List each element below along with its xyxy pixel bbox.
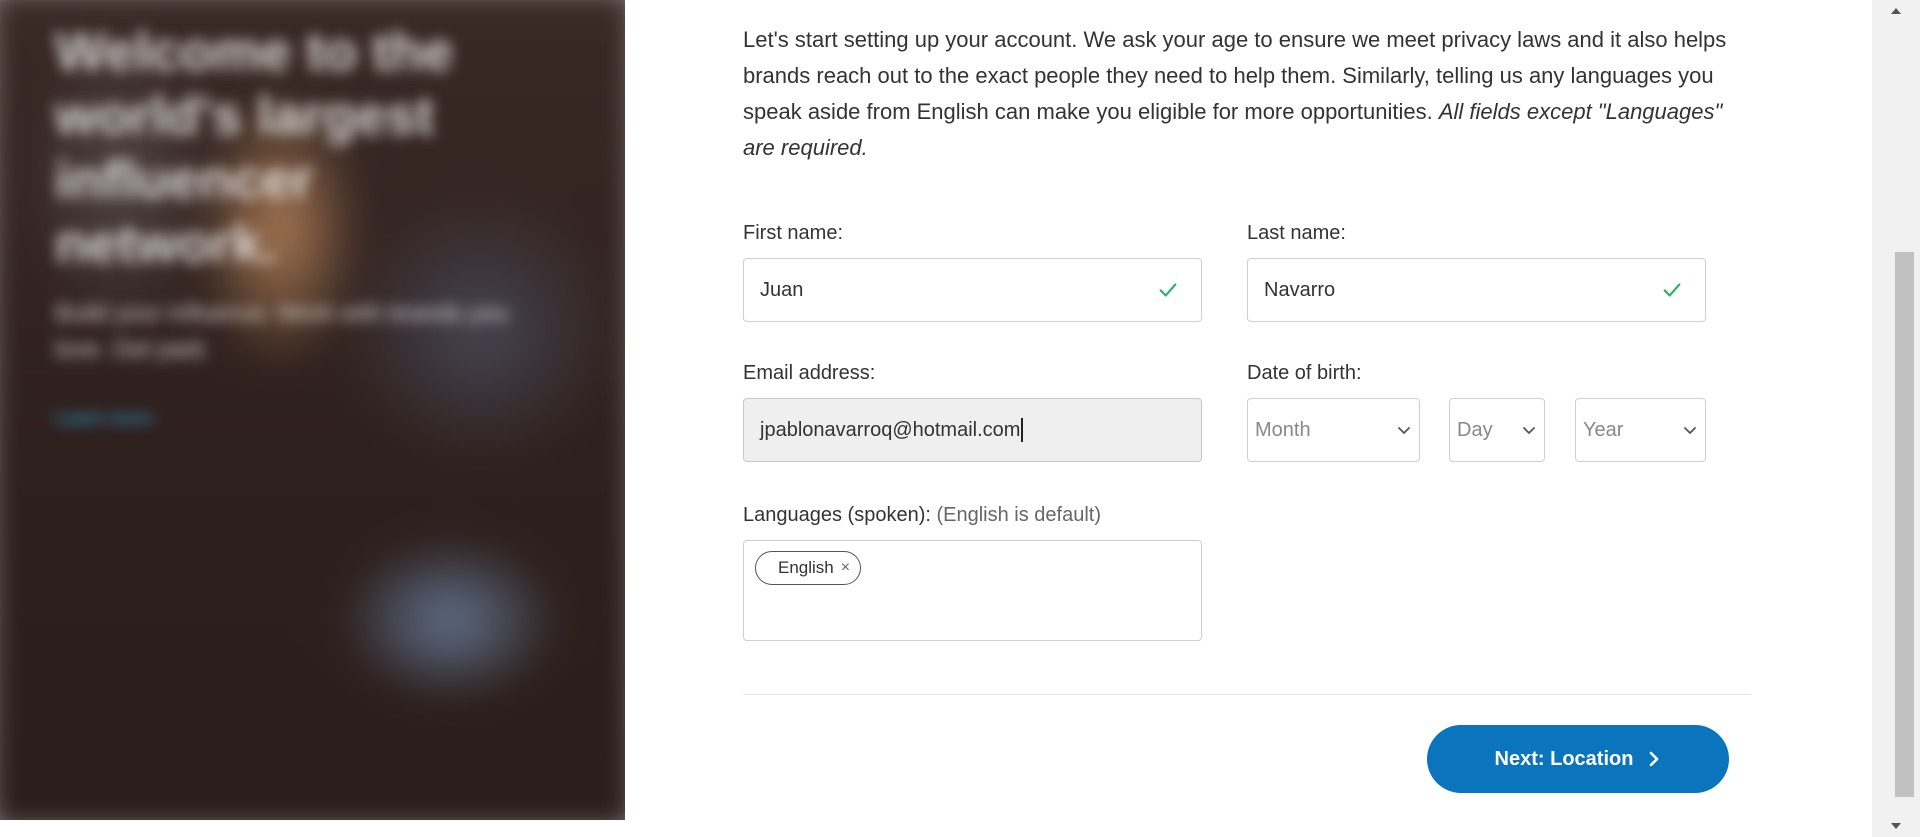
languages-label-text: Languages (spoken):	[743, 504, 931, 526]
scrollbar-thumb[interactable]	[1895, 252, 1914, 797]
chevron-down-icon	[1684, 427, 1696, 434]
remove-tag-icon[interactable]: ×	[841, 559, 850, 577]
chevron-down-icon	[1523, 427, 1535, 434]
languages-input[interactable]: English ×	[743, 540, 1202, 641]
language-tag-label: English	[778, 558, 834, 577]
chevron-down-icon	[1398, 427, 1410, 434]
form-divider	[743, 694, 1751, 695]
hero-link[interactable]: Learn more	[55, 408, 535, 429]
last-name-value: Navarro	[1264, 278, 1336, 301]
first-name-label: First name:	[743, 222, 844, 244]
next-location-button[interactable]: Next: Location	[1427, 725, 1729, 793]
dob-year-value: Year	[1583, 418, 1624, 441]
first-name-field[interactable]: Juan	[743, 258, 1202, 322]
dob-day-select[interactable]: Day	[1449, 398, 1545, 462]
hero-subtitle: Build your influence. Work with brands y…	[55, 300, 509, 363]
dob-month-select[interactable]: Month	[1247, 398, 1420, 462]
scroll-down-button[interactable]	[1872, 815, 1920, 837]
first-name-value: Juan	[760, 278, 804, 301]
email-label: Email address:	[743, 362, 876, 384]
check-icon	[1663, 283, 1681, 297]
scroll-down-arrow-icon	[1891, 823, 1901, 829]
scroll-up-arrow-icon	[1891, 8, 1901, 14]
dob-year-select[interactable]: Year	[1575, 398, 1706, 462]
next-button-label: Next: Location	[1494, 747, 1634, 770]
vertical-scrollbar[interactable]	[1872, 0, 1920, 837]
email-value: jpablonavarroq@hotmail.com	[760, 418, 1021, 441]
intro-text: Let's start setting up your account. We …	[743, 22, 1743, 166]
check-icon	[1159, 283, 1177, 297]
hero-text: Welcome to the world's largest influence…	[55, 20, 535, 429]
dob-label: Date of birth:	[1247, 362, 1362, 384]
scroll-up-button[interactable]	[1872, 0, 1920, 22]
languages-label: Languages (spoken): (English is default)	[743, 504, 1101, 527]
last-name-field[interactable]: Navarro	[1247, 258, 1706, 322]
languages-hint: (English is default)	[936, 504, 1102, 526]
dob-day-value: Day	[1457, 418, 1493, 441]
text-cursor	[1021, 418, 1024, 442]
chevron-right-icon	[1650, 751, 1659, 767]
last-name-label: Last name:	[1247, 222, 1346, 244]
hero-title: Welcome to the world's largest influence…	[55, 22, 454, 274]
dob-month-value: Month	[1255, 418, 1311, 441]
language-tag-english: English ×	[755, 551, 862, 585]
hero-panel: Welcome to the world's largest influence…	[0, 0, 625, 820]
email-field[interactable]: jpablonavarroq@hotmail.com	[743, 398, 1202, 462]
